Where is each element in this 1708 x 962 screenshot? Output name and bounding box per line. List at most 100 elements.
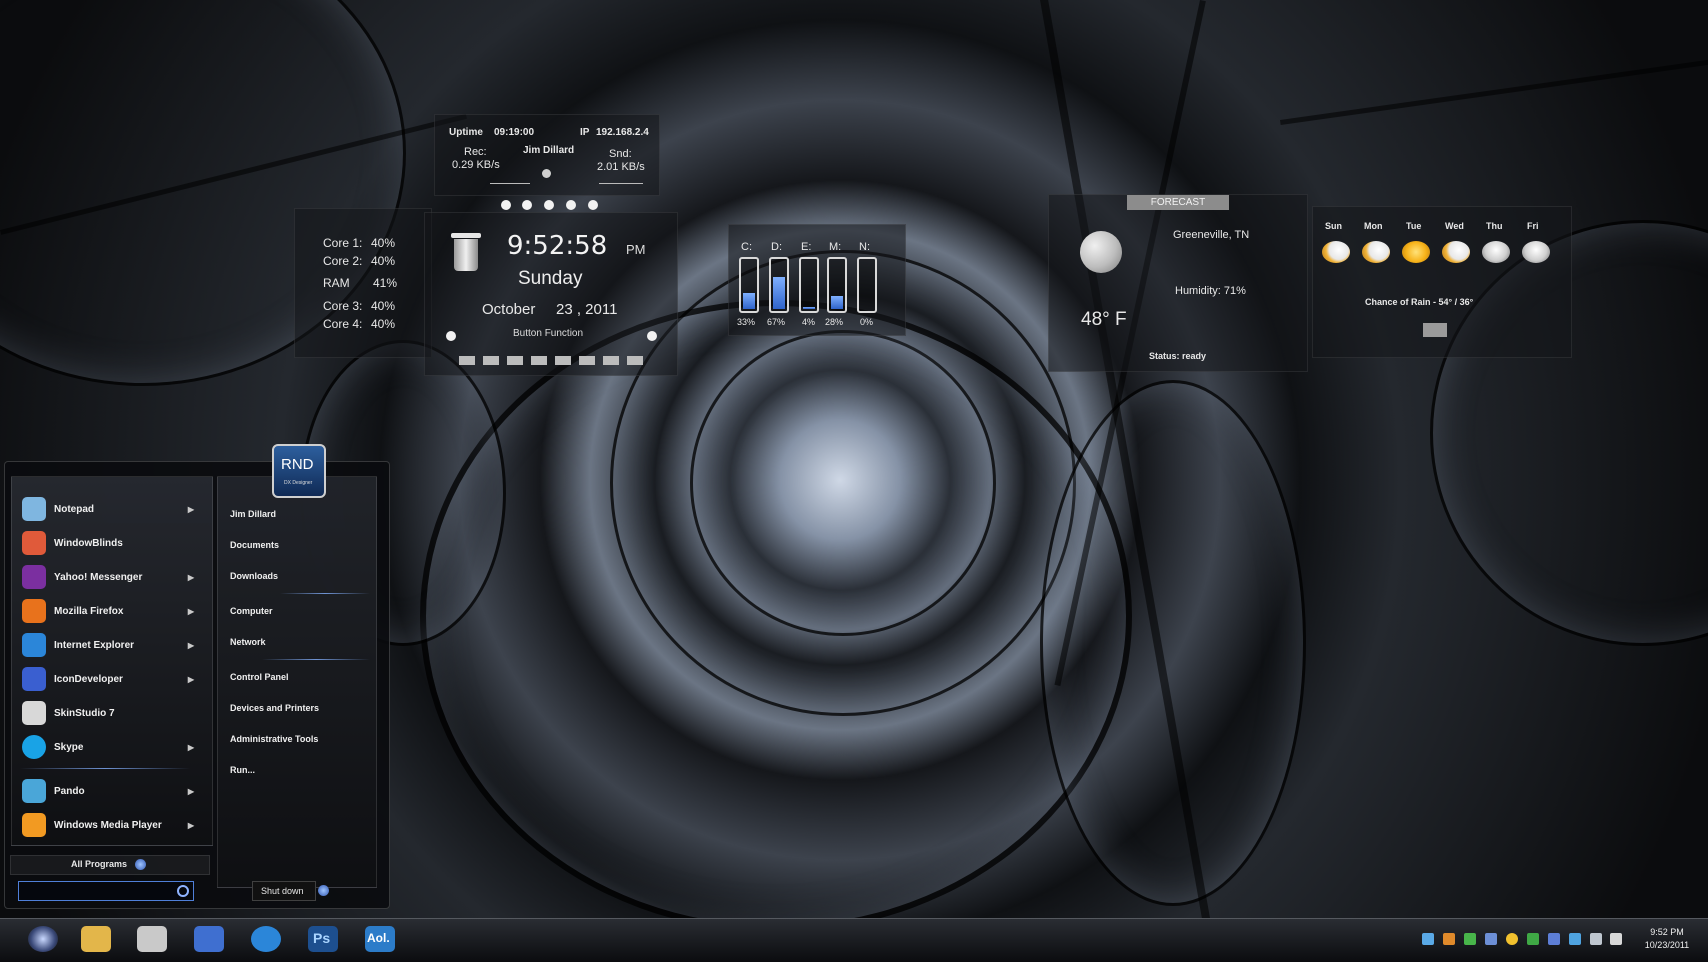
page-dot-1[interactable] (501, 200, 511, 210)
sunny-icon (1402, 241, 1430, 263)
program-notepad[interactable]: Notepad ▶ (22, 494, 202, 524)
button-function-label[interactable]: Button Function (513, 328, 583, 339)
drive-c[interactable]: C: 33% (737, 225, 765, 335)
program-label: Yahoo! Messenger (54, 571, 143, 583)
ram-row-value: 41% (373, 276, 398, 290)
photoshop-icon[interactable]: Ps (308, 926, 338, 952)
slot-button[interactable] (459, 356, 475, 365)
tray-network-icon[interactable] (1590, 933, 1602, 945)
place-devices-and-printers[interactable]: Devices and Printers (230, 703, 319, 713)
page-dot-4[interactable] (566, 200, 576, 210)
taskbar-clock[interactable]: 9:52 PM 10/23/2011 (1634, 927, 1700, 957)
windowblinds-icon (22, 531, 46, 555)
user-badge[interactable]: RND DX Designer (272, 444, 326, 498)
clock-right-dot[interactable] (647, 331, 657, 341)
tray-messenger-icon[interactable] (1422, 933, 1434, 945)
forecast-toggle-button[interactable] (1423, 323, 1447, 337)
place-administrative-tools[interactable]: Administrative Tools (230, 734, 318, 744)
place-network[interactable]: Network (230, 637, 266, 647)
page-dot-5[interactable] (588, 200, 598, 210)
shutdown-button[interactable]: Shut down (252, 881, 316, 901)
program-label: Internet Explorer (54, 639, 135, 651)
program-label: Notepad (54, 503, 94, 515)
slot-button[interactable] (627, 356, 643, 365)
program-label: Pando (54, 785, 85, 797)
tray-dropbox-icon[interactable] (1569, 933, 1581, 945)
forecast-day-label: Thu (1486, 221, 1503, 231)
internet-explorer-taskbar-icon[interactable] (251, 926, 281, 952)
page-dot-3[interactable] (544, 200, 554, 210)
start-orb-icon[interactable] (28, 926, 58, 952)
clock-left-dot[interactable] (446, 331, 456, 341)
slot-button[interactable] (507, 356, 523, 365)
place-user-folder[interactable]: Jim Dillard (230, 509, 276, 519)
tray-yahoo-icon[interactable] (1506, 933, 1518, 945)
forecast-tab[interactable]: FORECAST (1127, 195, 1229, 210)
forecast-day[interactable]: Fri (1519, 221, 1559, 271)
place-documents[interactable]: Documents (230, 540, 279, 550)
program-icondeveloper[interactable]: IconDeveloper ▶ (22, 664, 202, 694)
clock-month: October (482, 301, 536, 318)
user-name: Jim Dillard (523, 145, 575, 156)
ip-label: IP (580, 127, 590, 138)
aol-label: Aol. (367, 931, 390, 945)
place-run[interactable]: Run... (230, 765, 255, 775)
slot-button[interactable] (579, 356, 595, 365)
shutdown-label: Shut down (261, 886, 304, 896)
slot-button[interactable] (603, 356, 619, 365)
drive-n[interactable]: N: 0% (857, 225, 883, 335)
forecast-day-label: Mon (1364, 221, 1383, 231)
tray-volume-icon[interactable] (1610, 933, 1622, 945)
recycle-bin-icon[interactable] (451, 233, 481, 271)
search-icon[interactable] (177, 885, 189, 897)
drive-e[interactable]: E: 4% (799, 225, 825, 335)
program-pando[interactable]: Pando ▶ (22, 776, 202, 806)
places-separator (280, 593, 370, 594)
file-explorer-icon[interactable] (81, 926, 111, 952)
tray-transfer-icon[interactable] (1443, 933, 1455, 945)
notepad-icon (22, 497, 46, 521)
program-skype[interactable]: Skype ▶ (22, 732, 202, 762)
tray-security-icon[interactable] (1464, 933, 1476, 945)
slot-button[interactable] (531, 356, 547, 365)
skinstudio-icon (22, 701, 46, 725)
start-search-input[interactable] (18, 881, 194, 901)
forecast-day[interactable]: Mon (1359, 221, 1393, 271)
forecast-day[interactable]: Tue (1399, 221, 1433, 271)
all-programs-button[interactable]: All Programs (10, 855, 210, 875)
shutdown-options-icon[interactable] (318, 885, 329, 896)
icondeveloper-taskbar-icon[interactable] (194, 926, 224, 952)
slot-button[interactable] (483, 356, 499, 365)
tray-display-icon[interactable] (1548, 933, 1560, 945)
place-downloads[interactable]: Downloads (230, 571, 278, 581)
drive-d[interactable]: D: 67% (767, 225, 795, 335)
slot-button[interactable] (555, 356, 571, 365)
program-windows-media-player[interactable]: Windows Media Player ▶ (22, 810, 202, 840)
program-windowblinds[interactable]: WindowBlinds (22, 528, 202, 558)
paint-icon[interactable] (137, 926, 167, 952)
place-computer[interactable]: Computer (230, 606, 273, 616)
program-skinstudio[interactable]: SkinStudio 7 (22, 698, 202, 728)
media-player-icon (22, 813, 46, 837)
tray-update-icon[interactable] (1527, 933, 1539, 945)
forecast-day[interactable]: Wed (1439, 221, 1473, 271)
program-internet-explorer[interactable]: Internet Explorer ▶ (22, 630, 202, 660)
program-label: IconDeveloper (54, 673, 123, 685)
ram-row: RAM 41% (323, 276, 397, 290)
forecast-day[interactable]: Thu (1479, 221, 1513, 271)
user-badge-subtitle: DX Designer (284, 480, 313, 486)
firefox-icon (22, 599, 46, 623)
page-dot-2[interactable] (522, 200, 532, 210)
program-yahoo-messenger[interactable]: Yahoo! Messenger ▶ (22, 562, 202, 592)
clock-gadget: 9:52:58 PM Sunday October 23 , 2011 Butt… (424, 212, 678, 376)
drive-m[interactable]: M: 28% (825, 225, 853, 335)
aol-icon[interactable]: Aol. (365, 926, 395, 952)
forecast-day[interactable]: Sun (1319, 221, 1353, 271)
skype-icon (22, 735, 46, 759)
drive-usage-bar (857, 257, 877, 313)
place-control-panel[interactable]: Control Panel (230, 672, 289, 682)
chance-of-rain: Chance of Rain - 54° / 36° (1365, 297, 1474, 307)
moon-icon (1080, 231, 1122, 273)
tray-icondeveloper-icon[interactable] (1485, 933, 1497, 945)
program-mozilla-firefox[interactable]: Mozilla Firefox ▶ (22, 596, 202, 626)
